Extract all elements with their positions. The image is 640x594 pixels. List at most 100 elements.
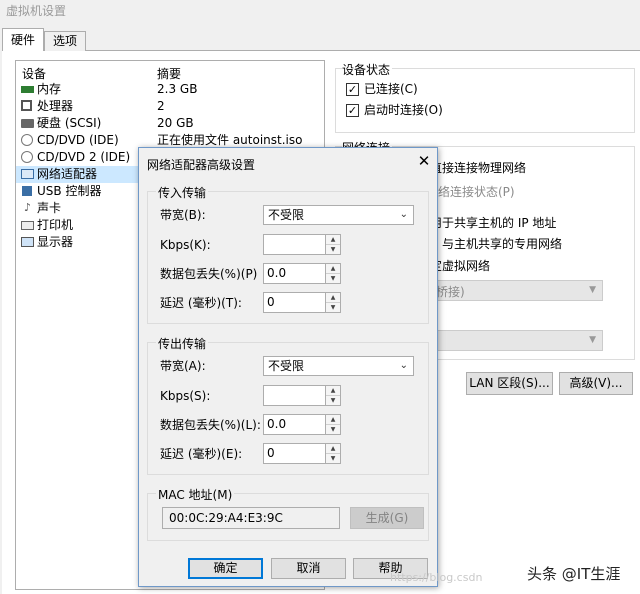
cd-dvd-icon xyxy=(21,151,33,163)
url-watermark: https://blog.csdn xyxy=(390,571,483,584)
chevron-down-icon: ⌄ xyxy=(399,360,408,371)
cd-dvd-icon xyxy=(21,134,33,146)
bridged-description: 直接连接物理网络 xyxy=(430,161,527,175)
dialog-title: 网络适配器高级设置 xyxy=(147,158,256,172)
incoming-packet-loss-label: 数据包丢失(%)(P) xyxy=(160,267,258,281)
network-adapter-icon xyxy=(21,169,34,179)
incoming-bandwidth-select[interactable]: 不受限 ⌄ xyxy=(263,205,414,225)
incoming-latency-spinner[interactable]: ▲ ▼ xyxy=(325,292,341,313)
outgoing-packet-loss-spinner[interactable]: ▲ ▼ xyxy=(325,414,341,435)
incoming-transfer-group: 传入传输 带宽(B): 不受限 ⌄ Kbps(K): ▲ ▼ 数据包丢失(%)(P… xyxy=(147,184,429,324)
connect-at-power-on-label[interactable]: 启动时连接(O) xyxy=(364,102,443,118)
outgoing-bandwidth-label: 带宽(A): xyxy=(160,359,206,373)
mac-address-title: MAC 地址(M) xyxy=(156,486,235,503)
device-name: USB 控制器 xyxy=(37,184,102,198)
outgoing-transfer-group: 传出传输 带宽(A): 不受限 ⌄ Kbps(S): ▲ ▼ 数据包丢失(%)(L… xyxy=(147,335,429,475)
custom-network-description: 定虚拟网络 xyxy=(430,259,491,273)
device-name: 内存 xyxy=(37,82,62,96)
lan-segment-select[interactable]: ▼ xyxy=(425,330,603,351)
spin-down-icon[interactable]: ▼ xyxy=(326,274,340,284)
cancel-button[interactable]: 取消 xyxy=(271,558,346,579)
brand-watermark: 头条 @IT生涯 xyxy=(527,565,621,583)
generate-mac-button[interactable]: 生成(G) xyxy=(350,507,424,529)
replicate-state-option[interactable]: 络连接状态(P) xyxy=(438,184,515,200)
device-row-memory[interactable]: 内存 2.3 GB xyxy=(16,81,326,98)
outgoing-kbps-spinner[interactable]: ▲ ▼ xyxy=(325,385,341,406)
outgoing-bandwidth-value: 不受限 xyxy=(268,359,305,373)
outgoing-latency-spinner[interactable]: ▲ ▼ xyxy=(325,443,341,464)
spin-down-icon[interactable]: ▼ xyxy=(326,396,340,406)
sound-card-icon: ♪ xyxy=(23,201,32,214)
spin-up-icon[interactable]: ▲ xyxy=(326,444,340,454)
ok-button[interactable]: 确定 xyxy=(188,558,263,579)
device-name: 处理器 xyxy=(37,99,74,113)
connected-label[interactable]: 已连接(C) xyxy=(364,81,418,97)
nat-description: 用于共享主机的 IP 地址 xyxy=(430,216,557,230)
custom-network-select[interactable]: 桥接) ▼ xyxy=(425,280,603,301)
summary-column-header[interactable]: 摘要 xyxy=(157,65,181,82)
usb-icon xyxy=(22,186,32,196)
device-name: 声卡 xyxy=(37,201,62,215)
lan-segment-button[interactable]: LAN 区段(S)... xyxy=(466,372,553,395)
incoming-bandwidth-label: 带宽(B): xyxy=(160,208,206,222)
device-name: 硬盘 (SCSI) xyxy=(37,116,102,130)
mac-address-group: MAC 地址(M) 00:0C:29:A4:E3:9C 生成(G) xyxy=(147,486,429,541)
device-status-title: 设备状态 xyxy=(342,61,393,78)
device-summary: 20 GB xyxy=(157,116,194,130)
spin-down-icon[interactable]: ▼ xyxy=(326,245,340,255)
tab-options[interactable]: 选项 xyxy=(44,31,86,51)
spin-up-icon[interactable]: ▲ xyxy=(326,293,340,303)
hard-disk-icon xyxy=(21,119,34,128)
device-name: 显示器 xyxy=(37,235,74,249)
connect-at-power-on-checkbox[interactable]: ✓ xyxy=(346,104,359,117)
advanced-button[interactable]: 高级(V)... xyxy=(559,372,633,395)
device-row-processor[interactable]: 处理器 2 xyxy=(16,98,326,115)
outgoing-latency-input[interactable]: 0 xyxy=(263,443,326,464)
tab-hardware[interactable]: 硬件 xyxy=(2,28,44,51)
device-summary: 2.3 GB xyxy=(157,82,198,96)
device-name: 打印机 xyxy=(37,218,74,232)
processor-icon xyxy=(21,100,32,111)
incoming-bandwidth-value: 不受限 xyxy=(268,208,305,222)
printer-icon xyxy=(21,221,34,230)
spin-up-icon[interactable]: ▲ xyxy=(326,264,340,274)
chevron-down-icon: ▼ xyxy=(589,285,596,295)
outgoing-packet-loss-label: 数据包丢失(%)(L): xyxy=(160,418,261,432)
incoming-packet-loss-input[interactable]: 0.0 xyxy=(263,263,326,284)
display-icon xyxy=(21,237,34,247)
outgoing-kbps-label: Kbps(S): xyxy=(160,389,211,403)
device-name: CD/DVD (IDE) xyxy=(37,133,119,147)
connected-checkbox[interactable]: ✓ xyxy=(346,83,359,96)
spin-up-icon[interactable]: ▲ xyxy=(326,415,340,425)
incoming-packet-loss-spinner[interactable]: ▲ ▼ xyxy=(325,263,341,284)
device-name: 网络适配器 xyxy=(37,167,98,181)
device-row-hard-disk[interactable]: 硬盘 (SCSI) 20 GB xyxy=(16,115,326,132)
spin-down-icon[interactable]: ▼ xyxy=(326,454,340,464)
outgoing-latency-label: 延迟 (毫秒)(E): xyxy=(160,447,243,461)
mac-address-field[interactable]: 00:0C:29:A4:E3:9C xyxy=(162,507,340,529)
spin-down-icon[interactable]: ▼ xyxy=(326,303,340,313)
device-summary: 2 xyxy=(157,99,165,113)
outgoing-bandwidth-select[interactable]: 不受限 ⌄ xyxy=(263,356,414,376)
custom-network-select-value: 桥接) xyxy=(436,285,465,299)
incoming-kbps-label: Kbps(K): xyxy=(160,238,211,252)
outgoing-transfer-title: 传出传输 xyxy=(156,335,209,352)
spin-down-icon[interactable]: ▼ xyxy=(326,425,340,435)
incoming-kbps-input[interactable] xyxy=(263,234,326,255)
chevron-down-icon: ⌄ xyxy=(399,209,408,220)
spin-up-icon[interactable]: ▲ xyxy=(326,235,340,245)
outgoing-packet-loss-input[interactable]: 0.0 xyxy=(263,414,326,435)
outgoing-kbps-input[interactable] xyxy=(263,385,326,406)
close-icon[interactable]: ✕ xyxy=(415,152,433,170)
device-name: CD/DVD 2 (IDE) xyxy=(37,150,131,164)
incoming-transfer-title: 传入传输 xyxy=(156,184,209,201)
incoming-latency-input[interactable]: 0 xyxy=(263,292,326,313)
device-column-header[interactable]: 设备 xyxy=(22,65,46,82)
host-only-description: ：与主机共享的专用网络 xyxy=(430,237,563,251)
spin-up-icon[interactable]: ▲ xyxy=(326,386,340,396)
memory-icon xyxy=(21,86,34,93)
incoming-kbps-spinner[interactable]: ▲ ▼ xyxy=(325,234,341,255)
incoming-latency-label: 延迟 (毫秒)(T): xyxy=(160,296,242,310)
window-title: 虚拟机设置 xyxy=(6,4,67,18)
advanced-settings-dialog: 网络适配器高级设置 ✕ 传入传输 带宽(B): 不受限 ⌄ Kbps(K): ▲… xyxy=(138,147,438,587)
